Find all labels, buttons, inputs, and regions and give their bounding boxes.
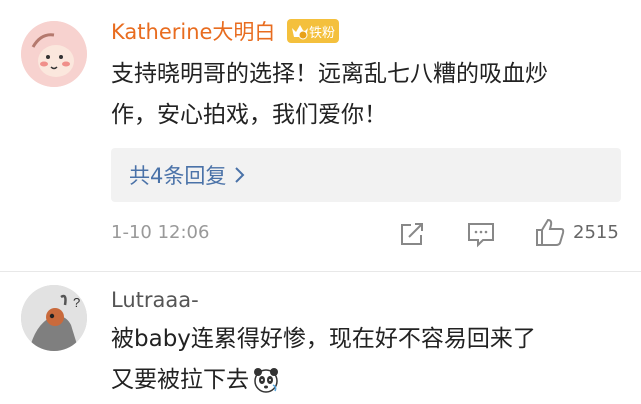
cartoon-face-icon (21, 21, 87, 87)
replies-box[interactable]: 共4条回复 (111, 148, 621, 202)
crown-icon (292, 25, 308, 40)
badge-label: 铁粉 (309, 25, 336, 41)
username[interactable]: Katherine大明白 (111, 20, 275, 44)
replies-label: 共4条回复 (129, 164, 227, 188)
panda-emoji-icon (254, 368, 278, 393)
comment-text-line: 支持晓明哥的选择！远离乱七八糟的吸血炒 (111, 61, 548, 87)
comment-text-segment: 又要被拉下去 (111, 367, 249, 393)
replies-link[interactable]: 共4条回复 (129, 160, 246, 190)
avatar[interactable]: ? (21, 285, 87, 351)
like-icon[interactable] (534, 217, 566, 247)
share-icon[interactable] (397, 220, 427, 248)
comment-text-line: 被baby连累得好惨，现在好不容易回来了 (111, 326, 536, 352)
comment-text-line: 又要被拉下去 (111, 361, 279, 399)
comment-icon[interactable] (466, 220, 496, 248)
timestamp: 1-10 12:06 (111, 222, 210, 243)
chevron-right-icon (235, 167, 245, 183)
comment-item: Katherine大明白 铁粉 支持晓明哥的选择！远离乱七八糟的吸血炒 作，安心… (0, 0, 641, 271)
avatar[interactable] (21, 21, 87, 87)
parrot-avatar-icon: ? (21, 285, 87, 351)
fan-badge: 铁粉 (287, 19, 339, 43)
comment-item: ? Lutraaa- 被baby连累得好惨，现在好不容易回来了 又要被拉下去 (0, 272, 641, 404)
comment-text-line: 作，安心拍戏，我们爱你！ (111, 102, 387, 128)
username[interactable]: Lutraaa- (111, 288, 199, 312)
svg-text:?: ? (73, 295, 80, 310)
like-count: 2515 (573, 222, 619, 243)
